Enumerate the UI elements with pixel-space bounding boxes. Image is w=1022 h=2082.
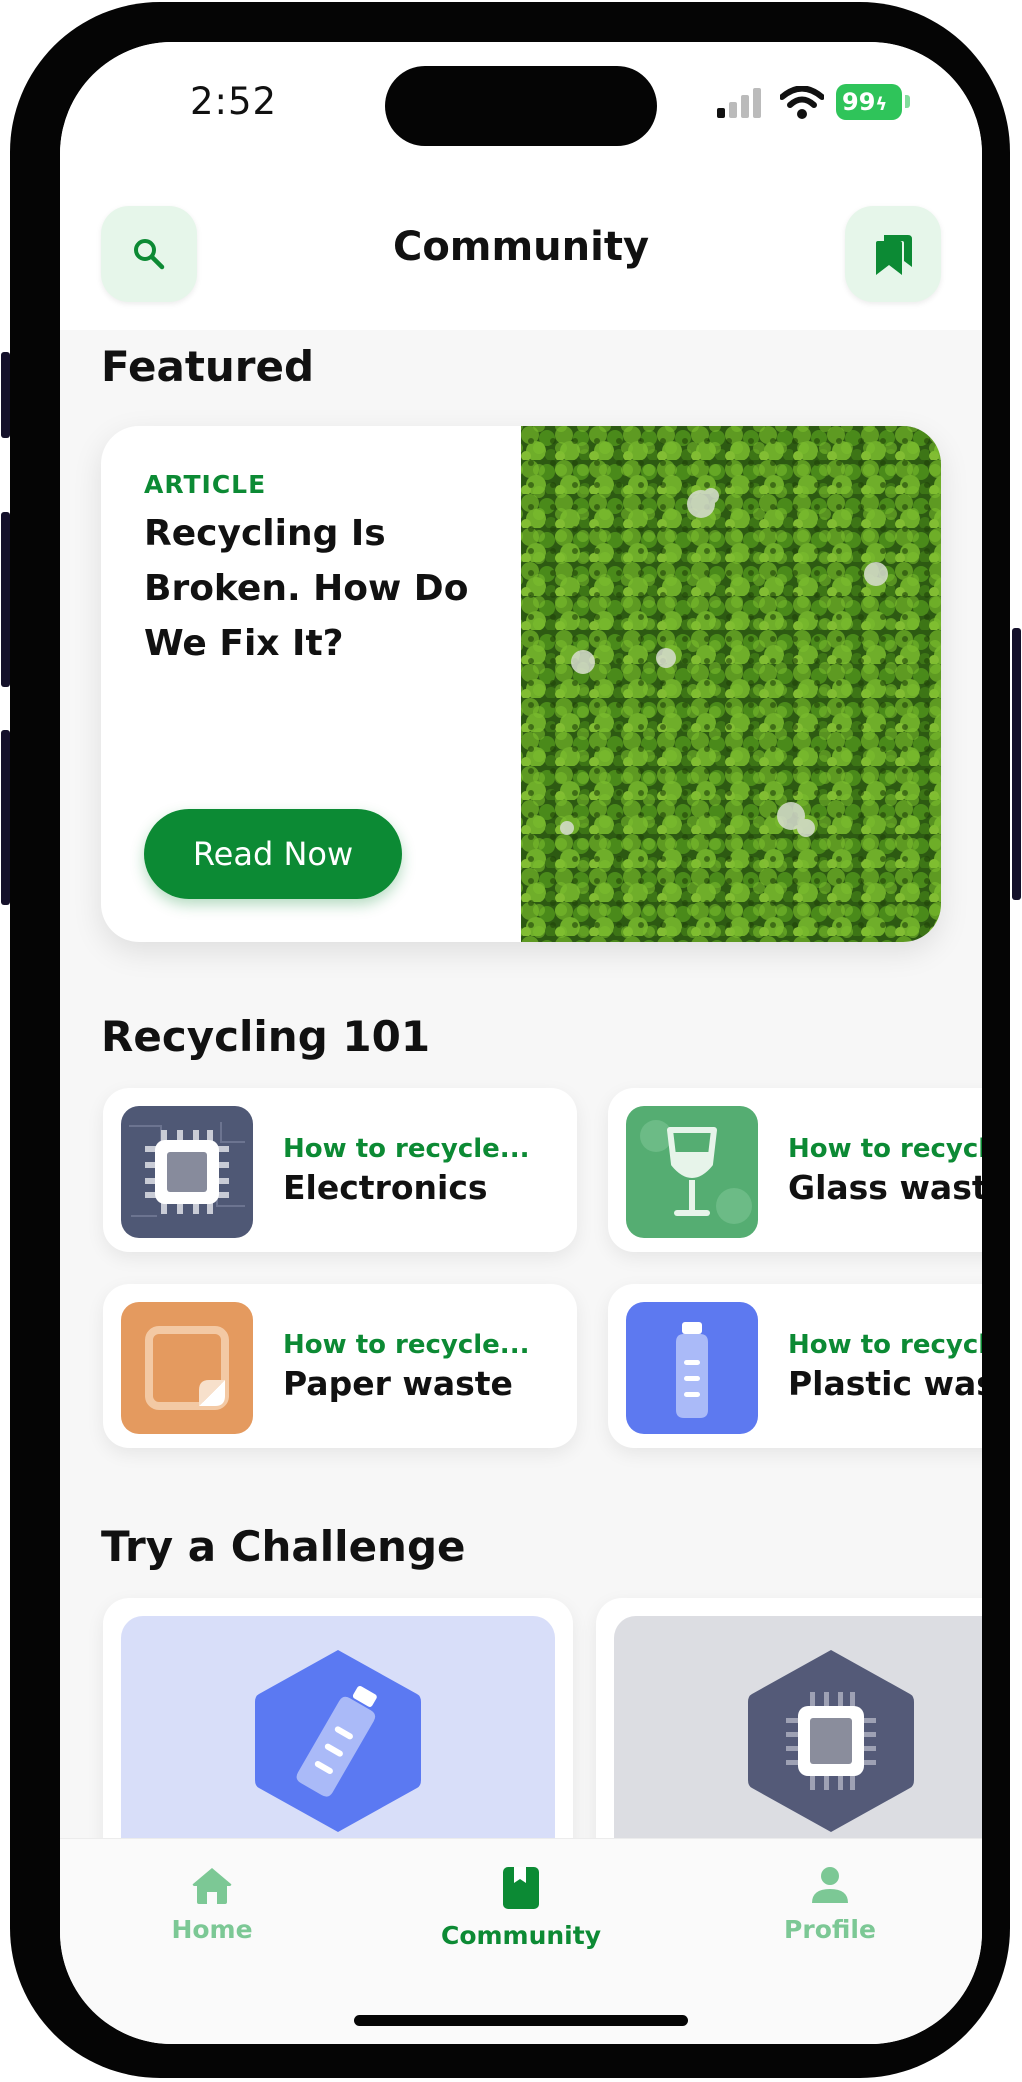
paper-icon (121, 1302, 253, 1434)
person-icon (812, 1867, 848, 1903)
status-time: 2:52 (190, 80, 278, 123)
topic-card-plastic[interactable]: How to recycle... Plastic waste (608, 1284, 982, 1448)
topic-name: Paper waste (283, 1364, 513, 1403)
bottle-icon (626, 1302, 758, 1434)
featured-article-card[interactable]: ARTICLE Recycling Is Broken. How Do We F… (101, 426, 941, 942)
tab-community[interactable]: Community (421, 1865, 621, 1950)
mute-switch (1, 352, 10, 438)
battery-level: 99 (842, 88, 876, 116)
topic-card-glass[interactable]: How to recycle... Glass waste (608, 1088, 982, 1252)
battery-tip (905, 95, 910, 108)
battery-icon: 99ϟ (836, 84, 902, 120)
home-indicator[interactable] (354, 2015, 688, 2026)
challenge-heading: Try a Challenge (101, 1522, 466, 1571)
dynamic-island (385, 66, 657, 146)
power-button (1012, 628, 1021, 900)
wifi-icon (780, 86, 824, 119)
tab-label: Home (171, 1915, 253, 1944)
book-icon (503, 1867, 539, 1909)
topic-name: Glass waste (788, 1168, 982, 1207)
featured-heading: Featured (101, 342, 315, 391)
tab-profile[interactable]: Profile (730, 1865, 930, 1944)
tab-home[interactable]: Home (112, 1865, 312, 1944)
tab-bar: Home Community Profile (60, 1838, 982, 2044)
topic-name: Electronics (283, 1168, 488, 1207)
chip-icon (121, 1106, 253, 1238)
topic-card-electronics[interactable]: How to recycle... Electronics (103, 1088, 577, 1252)
bookmark-icon (876, 235, 912, 275)
app-header: Community (60, 182, 982, 330)
wine-glass-icon (626, 1106, 758, 1238)
bottle-badge-icon (255, 1650, 421, 1832)
aerial-forest-image (521, 426, 941, 942)
page-title: Community (392, 224, 650, 270)
volume-up-button (1, 512, 10, 687)
tab-label: Profile (784, 1915, 876, 1944)
article-tag: ARTICLE (144, 470, 267, 499)
read-now-button[interactable]: Read Now (144, 809, 402, 899)
topic-prefix: How to recycle... (788, 1330, 982, 1360)
screen: 2:52 99ϟ Community Featured ARTICLE Recy… (60, 42, 982, 2044)
recycling-101-heading: Recycling 101 (101, 1012, 431, 1061)
chip-badge-icon (748, 1650, 914, 1832)
tab-label: Community (440, 1921, 602, 1950)
topic-prefix: How to recycle... (283, 1134, 530, 1164)
status-bar: 2:52 99ϟ (60, 42, 982, 182)
topic-name: Plastic waste (788, 1364, 982, 1403)
topic-prefix: How to recycle... (788, 1134, 982, 1164)
topic-prefix: How to recycle... (283, 1330, 530, 1360)
home-icon (192, 1868, 232, 1904)
cellular-signal-icon (717, 88, 761, 118)
topic-card-paper[interactable]: How to recycle... Paper waste (103, 1284, 577, 1448)
volume-down-button (1, 730, 10, 905)
phone-frame: 2:52 99ϟ Community Featured ARTICLE Recy… (10, 2, 1010, 2078)
bookmarks-button[interactable] (845, 206, 941, 302)
article-title: Recycling Is Broken. How Do We Fix It? (144, 513, 469, 664)
